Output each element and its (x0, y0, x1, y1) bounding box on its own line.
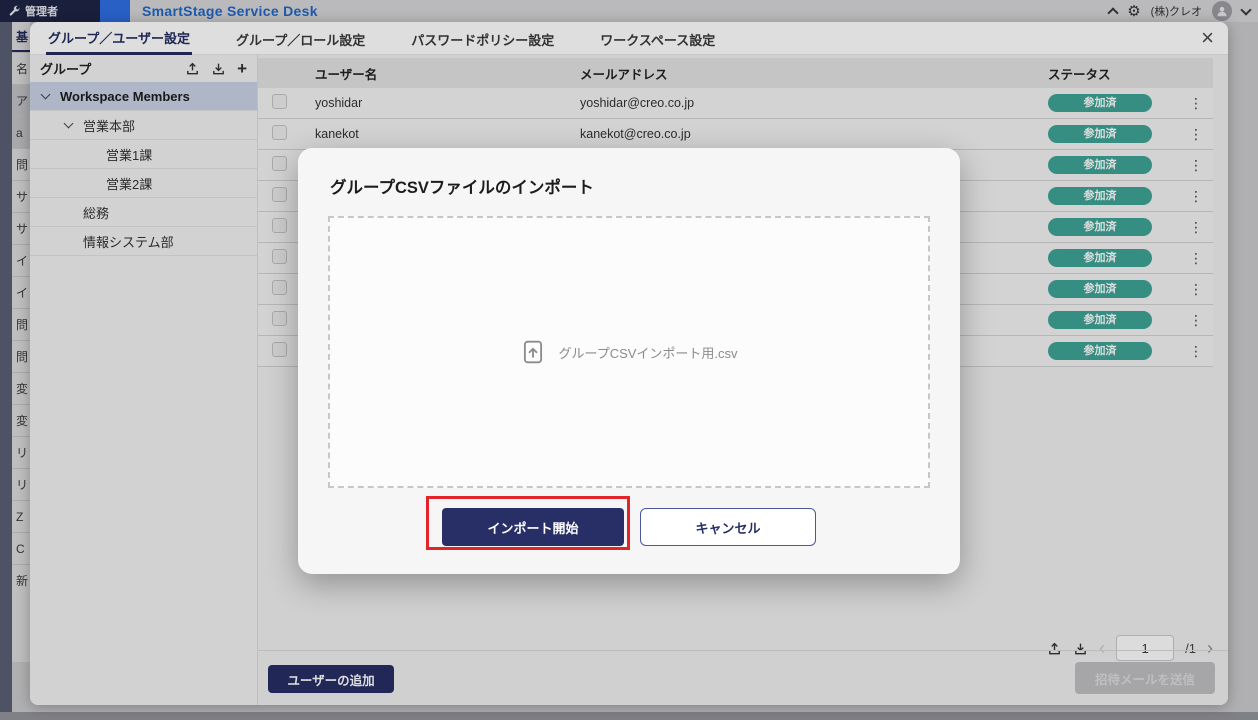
dialog-title: グループCSVファイルのインポート (330, 174, 960, 198)
file-upload-icon (520, 339, 546, 365)
screen: 管理者 SmartStage Service Desk ⚙ (株)クレオ 基 名… (0, 0, 1258, 720)
cancel-button[interactable]: キャンセル (640, 508, 816, 546)
file-dropzone[interactable]: グループCSVインポート用.csv (328, 216, 930, 488)
csv-import-dialog: グループCSVファイルのインポート グループCSVインポート用.csv インポー… (298, 148, 960, 574)
selected-file-name: グループCSVインポート用.csv (558, 343, 737, 362)
import-start-button[interactable]: インポート開始 (442, 508, 624, 546)
